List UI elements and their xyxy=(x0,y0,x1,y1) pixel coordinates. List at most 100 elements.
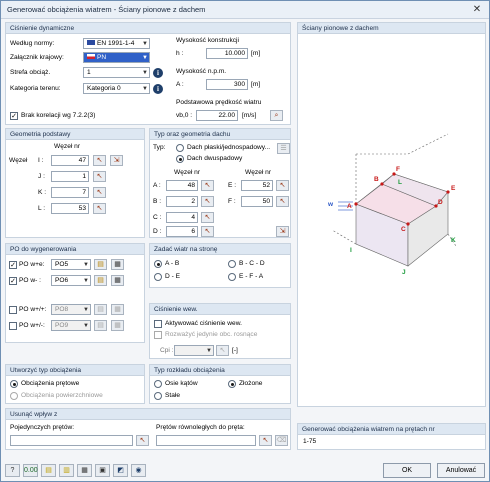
print-icon[interactable]: ▣ xyxy=(95,464,110,477)
pick-node-icon[interactable]: ↖ xyxy=(201,196,214,207)
node-C-input[interactable]: 4 xyxy=(166,212,198,223)
po2-checkbox[interactable]: ✓ xyxy=(9,277,17,285)
typ-label: Typ: xyxy=(153,144,166,151)
edit-case-icon[interactable]: ▦ xyxy=(111,275,124,286)
side-bcd-radio[interactable] xyxy=(228,260,236,268)
close-icon[interactable]: ✕ xyxy=(468,3,486,17)
po4-label: PO w+/-: xyxy=(19,322,45,329)
surface-loads-radio[interactable] xyxy=(10,392,18,400)
wys-label: Wysokość konstrukcji xyxy=(176,37,239,44)
constant-radio[interactable] xyxy=(154,392,162,400)
clear-icon[interactable]: ⌫ xyxy=(275,435,288,446)
rown-input[interactable] xyxy=(156,435,256,446)
pick-node-icon[interactable]: ↖ xyxy=(201,180,214,191)
po3-checkbox[interactable] xyxy=(9,306,17,314)
roof-flat-radio[interactable] xyxy=(176,144,184,152)
poj-input[interactable] xyxy=(10,435,133,446)
node-I-input[interactable]: 47 xyxy=(51,155,89,166)
chevron-down-icon: ▼ xyxy=(83,278,89,284)
side-ab-radio[interactable] xyxy=(154,260,162,268)
A-input[interactable]: 300 xyxy=(206,79,248,90)
view-icon[interactable]: ◉ xyxy=(131,464,146,477)
row-label: A : xyxy=(153,182,161,189)
strefa-select[interactable]: 1 ▼ xyxy=(83,67,150,78)
chevron-down-icon: ▼ xyxy=(83,323,89,329)
node-K-input[interactable]: 7 xyxy=(51,187,89,198)
pick-node-icon[interactable]: ↖ xyxy=(201,226,214,237)
po4-checkbox[interactable] xyxy=(9,322,17,330)
pick-all-icon[interactable]: ⇲ xyxy=(110,155,123,166)
complex-radio[interactable] xyxy=(228,380,236,388)
pick-icon[interactable]: ↖ xyxy=(216,345,229,356)
member-loads-label: Obciążenia prętowe xyxy=(21,380,80,387)
cancel-button[interactable]: Anulować xyxy=(437,463,485,478)
pick-node-icon[interactable]: ↖ xyxy=(93,171,106,182)
new-case-icon[interactable]: ▤ xyxy=(94,320,107,331)
cpi-select[interactable]: ▼ xyxy=(174,345,214,356)
pick-node-icon[interactable]: ↖ xyxy=(276,180,289,191)
h-input[interactable]: 10.000 xyxy=(206,48,248,59)
po1-checkbox[interactable]: ✓ xyxy=(9,261,17,269)
row-label: J : xyxy=(38,173,45,180)
group-header: Typ oraz geometria dachu xyxy=(150,129,290,140)
zal-select[interactable]: PN ▼ xyxy=(83,52,150,63)
title-bar: Generować obciążenia wiatrem - Ściany pi… xyxy=(1,1,489,19)
pick-member-icon[interactable]: ↖ xyxy=(136,435,149,446)
node-D-input[interactable]: 6 xyxy=(166,226,198,237)
pick-node-icon[interactable]: ↖ xyxy=(93,203,106,214)
kategoria-select[interactable]: Kategoria 0 ▼ xyxy=(83,83,150,94)
new-case-icon[interactable]: ▤ xyxy=(94,259,107,270)
vb-symbol: vb,0 : xyxy=(176,112,193,119)
decimal-icon[interactable]: 0.00 xyxy=(23,464,38,477)
info-icon[interactable]: i xyxy=(153,68,163,78)
node-L-input[interactable]: 53 xyxy=(51,203,89,214)
po4-select[interactable]: PO9 ▼ xyxy=(51,320,91,331)
pick-node-icon[interactable]: ↖ xyxy=(201,212,214,223)
axes-radio[interactable] xyxy=(154,380,162,388)
chevron-down-icon: ▼ xyxy=(142,55,148,61)
norma-select[interactable]: EN 1991-1-4 ▼ xyxy=(83,38,150,49)
po1-select[interactable]: PO5 ▼ xyxy=(51,259,91,270)
node-B-input[interactable]: 2 xyxy=(166,196,198,207)
label-E: E xyxy=(451,185,456,192)
member-loads-radio[interactable] xyxy=(10,380,18,388)
node-F-input[interactable]: 50 xyxy=(241,196,273,207)
pick-node-icon[interactable]: ↖ xyxy=(93,155,106,166)
pl-flag-icon xyxy=(87,54,95,59)
po3-select[interactable]: PO8 ▼ xyxy=(51,304,91,315)
node-A-input[interactable]: 48 xyxy=(166,180,198,191)
filter-icon[interactable]: ◩ xyxy=(113,464,128,477)
roof-gable-radio[interactable] xyxy=(176,155,184,163)
new-case-icon[interactable]: ▤ xyxy=(94,304,107,315)
aktyw-checkbox[interactable] xyxy=(154,320,162,328)
vb-input[interactable]: 22.00 xyxy=(196,110,238,121)
node-J-input[interactable]: 1 xyxy=(51,171,89,182)
pick-node-icon[interactable]: ↖ xyxy=(93,187,106,198)
save-icon[interactable]: ▦ xyxy=(77,464,92,477)
edit-case-icon[interactable]: ▦ xyxy=(111,320,124,331)
open-icon[interactable]: ▥ xyxy=(59,464,74,477)
pick-member-icon[interactable]: ↖ xyxy=(259,435,272,446)
side-efa-radio[interactable] xyxy=(228,273,236,281)
group-header: Usunąć wpływ z xyxy=(6,409,290,420)
group-wew: Ciśnienie wew. Aktywować ciśnienie wew. … xyxy=(149,303,291,359)
rozw-checkbox[interactable] xyxy=(154,331,162,339)
side-de-radio[interactable] xyxy=(154,273,162,281)
ok-button[interactable]: OK xyxy=(383,463,431,478)
pick-all-icon[interactable]: ⇲ xyxy=(276,226,289,237)
row-label: L : xyxy=(38,205,46,212)
side-ab-label: A - B xyxy=(165,260,180,267)
new-case-icon[interactable]: ▤ xyxy=(94,275,107,286)
roof-settings-icon[interactable]: ☰ xyxy=(277,143,290,154)
help-icon[interactable]: ? xyxy=(5,464,20,477)
brak-checkbox[interactable]: ✓ xyxy=(10,112,18,120)
window-title: Generować obciążenia wiatrem - Ściany pi… xyxy=(7,5,206,14)
edit-case-icon[interactable]: ▦ xyxy=(111,259,124,270)
edit-case-icon[interactable]: ▦ xyxy=(111,304,124,315)
node-E-input[interactable]: 52 xyxy=(241,180,273,191)
pick-node-icon[interactable]: ↖ xyxy=(276,196,289,207)
calc-button-icon[interactable]: ⌕ xyxy=(270,110,283,121)
load-icon[interactable]: ▤ xyxy=(41,464,56,477)
info-icon[interactable]: i xyxy=(153,84,163,94)
po2-select[interactable]: PO6 ▼ xyxy=(51,275,91,286)
